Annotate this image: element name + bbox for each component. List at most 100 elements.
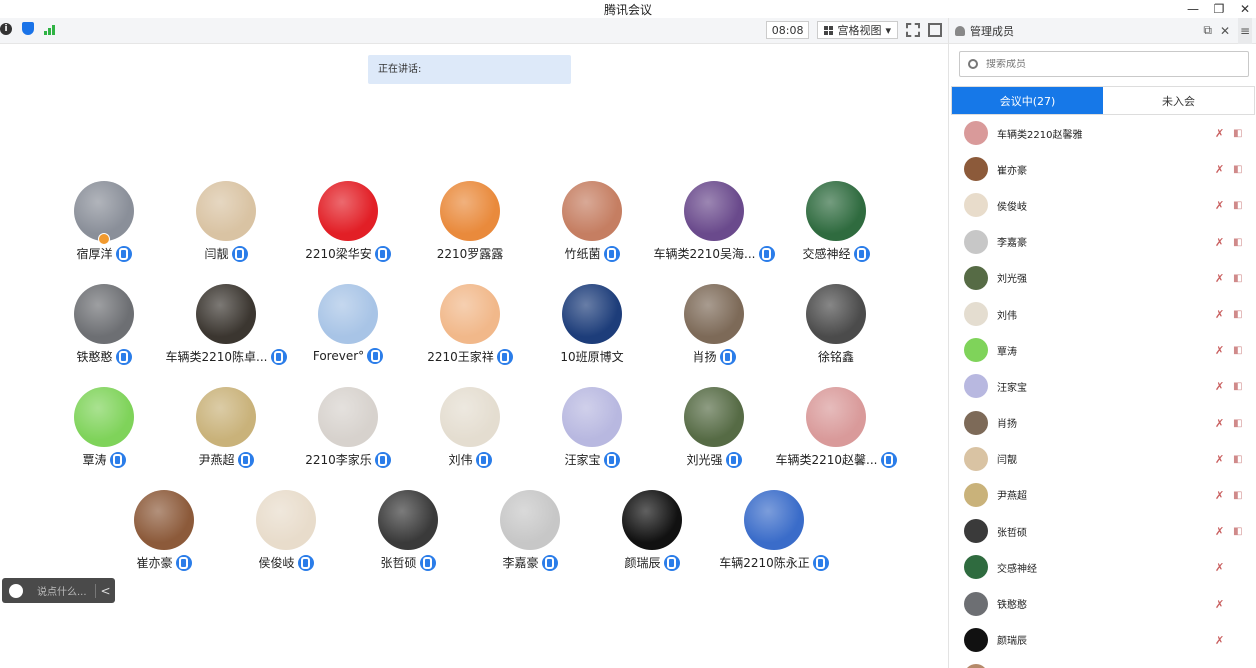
mic-off-icon[interactable]: ✗ [1215, 236, 1227, 249]
participant-tile[interactable]: 徐铭鑫 [776, 284, 896, 374]
participant-tile[interactable]: 交感神经 [776, 181, 896, 271]
panel-close-icon[interactable]: ✕ [1220, 24, 1230, 38]
participant-tile[interactable]: 车辆类2210吴海... [654, 181, 775, 271]
popout-icon[interactable]: ⧉ [1203, 23, 1212, 38]
info-icon[interactable]: i [0, 22, 12, 35]
camera-off-icon[interactable]: ◧ [1233, 345, 1247, 356]
mic-off-icon[interactable]: ✗ [1215, 453, 1227, 466]
camera-off-icon[interactable]: ◧ [1233, 490, 1247, 501]
member-search-input[interactable] [986, 58, 1226, 70]
member-row[interactable]: 覃涛 ✗ ◧ [949, 332, 1256, 368]
member-row[interactable]: 崔亦豪 ✗ ◧ [949, 151, 1256, 187]
member-row[interactable]: ✗ [949, 658, 1256, 668]
participant-tile[interactable]: 闫靓 [166, 181, 286, 271]
participant-tile[interactable]: 竹纸菌 [532, 181, 652, 271]
participant-tile[interactable]: 覃涛 [44, 387, 164, 477]
participant-tile[interactable]: 汪家宝 [532, 387, 652, 477]
sidebar-toggle-icon[interactable] [928, 23, 942, 37]
tab-not-joined[interactable]: 未入会 [1103, 87, 1254, 114]
mic-off-icon[interactable]: ✗ [1215, 344, 1227, 357]
participant-tile[interactable]: 2210王家祥 [410, 284, 530, 374]
participant-tile[interactable]: 2210梁华安 [288, 181, 408, 271]
minimize-button[interactable]: — [1186, 2, 1200, 16]
mic-off-icon[interactable]: ✗ [1215, 634, 1227, 647]
camera-off-icon[interactable]: ◧ [1233, 418, 1247, 429]
menu-icon[interactable]: ≡ [1238, 17, 1252, 44]
member-row[interactable]: 闫靓 ✗ ◧ [949, 441, 1256, 477]
participant-tile[interactable]: 崔亦豪 [104, 490, 224, 580]
camera-off-icon[interactable]: ◧ [1233, 164, 1247, 175]
member-row[interactable]: 刘光强 ✗ ◧ [949, 260, 1256, 296]
participant-name: 宿厚洋 [76, 247, 113, 261]
close-button[interactable]: ✕ [1238, 2, 1252, 16]
participant-tile[interactable]: 10班原博文 [532, 284, 652, 374]
participant-tile[interactable]: 刘伟 [410, 387, 530, 477]
participant-tile[interactable]: 李嘉豪 [470, 490, 590, 580]
participant-name-line: 宿厚洋 [44, 245, 164, 262]
member-row[interactable]: 交感神经 ✗ [949, 549, 1256, 585]
participant-name: 交感神经 [802, 247, 851, 261]
participant-tile[interactable]: 2210李家乐 [288, 387, 408, 477]
mic-off-icon[interactable]: ✗ [1215, 525, 1227, 538]
participant-name: Forever° [312, 349, 365, 363]
member-row[interactable]: 肖扬 ✗ ◧ [949, 405, 1256, 441]
shield-icon[interactable] [22, 22, 34, 35]
participant-name: 10班原博文 [560, 350, 624, 364]
camera-off-icon[interactable]: ◧ [1233, 237, 1247, 248]
participant-tile[interactable]: 2210罗露露 [410, 181, 530, 271]
member-row[interactable]: 侯俊岐 ✗ ◧ [949, 187, 1256, 223]
member-row[interactable]: 颜瑞辰 ✗ [949, 622, 1256, 658]
camera-off-icon[interactable]: ◧ [1233, 526, 1247, 537]
mic-off-icon[interactable]: ✗ [1215, 598, 1227, 611]
participant-tile[interactable]: 颜瑞辰 [592, 490, 712, 580]
participant-name-line: 刘伟 [410, 451, 530, 468]
participant-name-line: 车辆类2210陈卓... [166, 348, 287, 365]
mic-off-icon[interactable]: ✗ [1215, 199, 1227, 212]
participant-tile[interactable]: 车辆类2210陈卓... [166, 284, 287, 374]
fullscreen-icon[interactable] [906, 23, 920, 37]
tab-in-meeting[interactable]: 会议中(27) [952, 87, 1103, 114]
member-row[interactable]: 铁憨憨 ✗ [949, 585, 1256, 621]
collapse-chevron-icon[interactable]: < [95, 583, 115, 598]
mic-off-icon[interactable]: ✗ [1215, 272, 1227, 285]
signal-icon[interactable] [44, 23, 55, 35]
view-mode-button[interactable]: 宫格视图 ▾ [817, 21, 898, 39]
camera-off-icon[interactable]: ◧ [1233, 200, 1247, 211]
emoji-icon[interactable] [9, 583, 23, 598]
microphone-icon [237, 451, 254, 468]
camera-off-icon[interactable]: ◧ [1233, 309, 1247, 320]
participant-tile[interactable]: 宿厚洋 [44, 181, 164, 271]
camera-off-icon[interactable]: ◧ [1233, 381, 1247, 392]
participant-tile[interactable]: 车辆2210陈永正 [714, 490, 834, 580]
participant-tile[interactable]: 张哲硕 [348, 490, 468, 580]
mic-off-icon[interactable]: ✗ [1215, 417, 1227, 430]
member-row[interactable]: 李嘉豪 ✗ ◧ [949, 224, 1256, 260]
mic-off-icon[interactable]: ✗ [1215, 308, 1227, 321]
member-row[interactable]: 车辆类2210赵馨雅 ✗ ◧ [949, 115, 1256, 151]
member-search[interactable] [959, 51, 1249, 77]
participant-tile[interactable]: 车辆类2210赵馨... [776, 387, 897, 477]
participant-tile[interactable]: 尹燕超 [166, 387, 286, 477]
mic-off-icon[interactable]: ✗ [1215, 489, 1227, 502]
camera-off-icon[interactable]: ◧ [1233, 273, 1247, 284]
member-row[interactable]: 张哲硕 ✗ ◧ [949, 513, 1256, 549]
participant-tile[interactable]: 铁憨憨 [44, 284, 164, 374]
mic-off-icon[interactable]: ✗ [1215, 380, 1227, 393]
mic-off-icon[interactable]: ✗ [1215, 561, 1227, 574]
participant-tile[interactable]: Forever° [288, 284, 408, 374]
microphone-icon [758, 245, 775, 262]
camera-off-icon[interactable]: ◧ [1233, 128, 1247, 139]
camera-off-icon[interactable]: ◧ [1233, 454, 1247, 465]
participant-avatar [744, 490, 804, 550]
participant-tile[interactable]: 肖扬 [654, 284, 774, 374]
mic-off-icon[interactable]: ✗ [1215, 127, 1227, 140]
mic-off-icon[interactable]: ✗ [1215, 163, 1227, 176]
participant-tile[interactable]: 刘光强 [654, 387, 774, 477]
restore-button[interactable]: ❐ [1212, 2, 1226, 16]
member-row[interactable]: 尹燕超 ✗ ◧ [949, 477, 1256, 513]
participant-tile[interactable]: 侯俊岐 [226, 490, 346, 580]
chat-placeholder[interactable]: 说点什么... [37, 583, 95, 598]
member-row[interactable]: 刘伟 ✗ ◧ [949, 296, 1256, 332]
chat-input-bar[interactable]: 说点什么... < [2, 578, 115, 603]
member-row[interactable]: 汪家宝 ✗ ◧ [949, 368, 1256, 404]
